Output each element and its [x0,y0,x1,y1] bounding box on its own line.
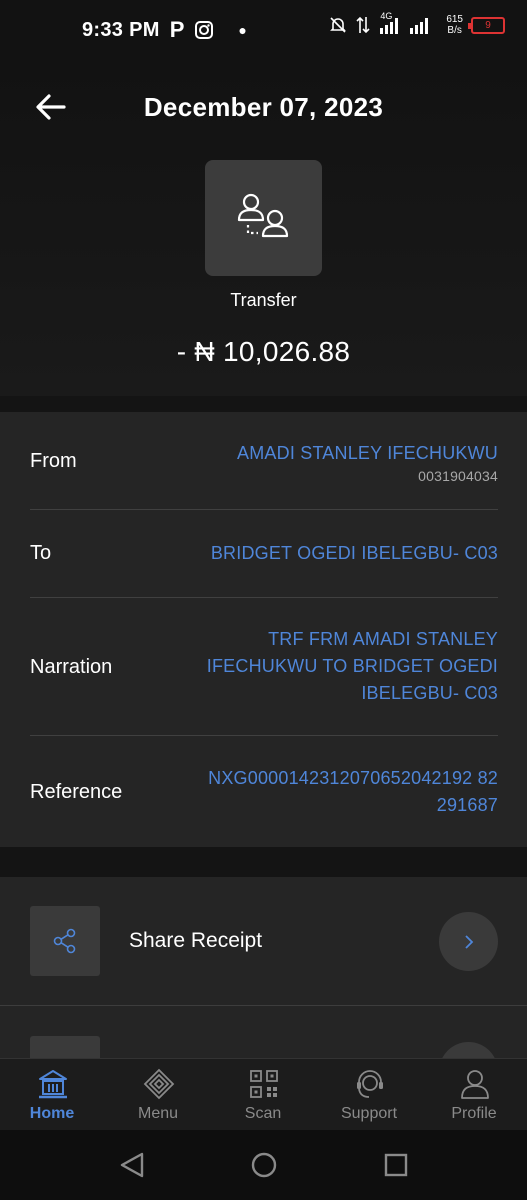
data-transfer-icon [356,16,370,34]
nav-menu[interactable]: Menu [113,1059,203,1131]
nav-home[interactable]: Home [7,1059,97,1131]
nav-home-label: Home [29,1105,75,1122]
reference-value: NXG0000142312070652042192 82 291687 [208,765,498,819]
system-back-icon[interactable] [117,1150,147,1180]
transfer-type-tile [205,160,322,276]
narration-line-1: TRF FRM AMADI STANLEY [268,629,498,649]
bank-home-icon [39,1070,67,1099]
system-home-icon[interactable] [249,1150,279,1180]
instagram-icon [195,21,214,39]
secondary-action-icon-tile [30,1036,100,1058]
share-receipt-row[interactable]: Share Receipt [0,877,527,1007]
nav-scan[interactable]: Scan [218,1059,308,1131]
battery-icon: 9 [468,16,505,34]
secondary-action-chevron[interactable] [439,1042,498,1058]
nav-profile-label: Profile [451,1105,497,1122]
battery-level: 9 [485,19,491,31]
detail-row-narration: Narration TRF FRM AMADI STANLEY IFECHUKW… [30,598,498,736]
reference-label: Reference [30,781,123,803]
share-receipt-chevron[interactable] [439,912,498,971]
detail-row-from: From AMADI STANLEY IFECHUKWU 0031904034 [30,412,498,510]
share-receipt-label: Share Receipt [129,929,263,952]
action-divider [0,1005,527,1006]
detail-row-reference: Reference NXG0000142312070652042192 82 2… [30,736,498,846]
from-name: AMADI STANLEY IFECHUKWU [237,443,498,463]
system-nav-bar [0,1130,527,1200]
net-speed-value: 615 [446,14,463,25]
nav-support-label: Support [340,1105,398,1122]
headset-support-icon [357,1070,383,1098]
transfer-users-icon [237,193,288,238]
page-title: December 07, 2023 [143,92,384,122]
narration-line-3: IBELEGBU- C03 [361,683,498,703]
transaction-type: Transfer [230,290,297,310]
to-value: BRIDGET OGEDI IBELEGBU- C03 [210,543,498,563]
narration-label: Narration [30,656,113,678]
notification-dot-icon: ● [238,22,247,38]
nav-support[interactable]: Support [324,1059,414,1131]
nav-scan-label: Scan [244,1105,282,1122]
bottom-nav: Home Menu Scan Support Profile [0,1058,527,1130]
actions-list: Share Receipt [0,877,527,1058]
mute-notifications-icon [330,17,347,33]
profile-user-icon [461,1070,489,1099]
reference-line-1: NXG0000142312070652042192 82 [208,768,498,788]
status-right: 4G 615 B/s 9 [328,11,505,36]
qr-scan-icon [250,1070,278,1098]
menu-diamond-icon [143,1068,175,1100]
transaction-amount: - ₦ 10,026.88 [176,336,351,367]
from-label: From [30,450,77,472]
secondary-action-row[interactable] [0,1007,527,1058]
parking-app-icon: P [169,17,185,42]
share-icon-tile [30,906,100,976]
nav-menu-label: Menu [137,1105,179,1122]
share-icon [53,928,76,954]
nav-profile[interactable]: Profile [429,1059,519,1131]
narration-line-2: IFECHUKWU TO BRIDGET OGEDI [206,656,498,676]
to-label: To [30,542,52,564]
status-bar: 9:33 PM P ● 4G 615 B/s 9 [0,0,527,58]
system-recents-icon[interactable] [381,1150,411,1180]
net-speed-unit: B/s [447,25,462,36]
net-speed: 615 B/s [446,14,463,36]
transaction-details: From AMADI STANLEY IFECHUKWU 0031904034 … [0,412,527,847]
reference-line-2: 291687 [436,795,498,815]
status-time: 9:33 PM [82,18,160,41]
signal-icon: 4G [378,11,438,36]
narration-value: TRF FRM AMADI STANLEY IFECHUKWU TO BRIDG… [207,626,498,707]
detail-row-to: To BRIDGET OGEDI IBELEGBU- C03 [30,510,498,598]
chevron-right-icon [464,934,473,949]
status-left: 9:33 PM P ● [82,17,247,43]
from-account: 0031904034 [418,468,498,484]
from-value: AMADI STANLEY IFECHUKWU 0031904034 [237,440,498,485]
